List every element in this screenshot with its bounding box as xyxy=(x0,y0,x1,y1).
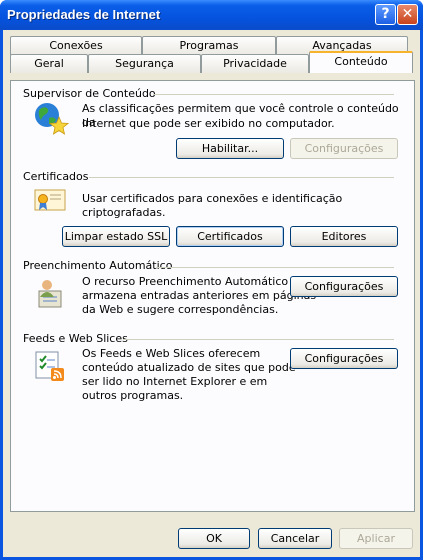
ok-button[interactable]: OK xyxy=(178,528,250,549)
feeds-header: Feeds e Web Slices xyxy=(23,332,128,345)
autocomplete-settings-button[interactable]: Configurações xyxy=(290,276,398,297)
feeds-icon xyxy=(35,351,64,381)
certificates-header: Certificados xyxy=(23,170,89,183)
tab-programas[interactable]: Programas xyxy=(142,36,276,55)
autocomplete-description-1: O recurso Preenchimento Automático xyxy=(82,275,289,288)
tab-conexoes[interactable]: Conexões xyxy=(10,36,142,55)
feeds-description-2: conteúdo atualizado de sites que pode xyxy=(82,361,296,374)
window-title: Propriedades de Internet xyxy=(7,7,161,22)
certificates-description: Usar certificados para conexões e identi… xyxy=(82,192,343,219)
tab-seguranca[interactable]: Segurança xyxy=(88,54,201,73)
tab-privacidade[interactable]: Privacidade xyxy=(201,54,309,73)
feeds-settings-button[interactable]: Configurações xyxy=(290,348,398,369)
section-divider xyxy=(123,339,394,340)
enable-button[interactable]: Habilitar... xyxy=(176,138,284,159)
autocomplete-description-2: armazena entradas anteriores em páginas xyxy=(82,289,317,302)
clear-ssl-state-button[interactable]: Limpar estado SSL xyxy=(62,226,170,247)
section-divider xyxy=(156,267,394,268)
content-tab-panel: Supervisor de Conteúdo As classificações… xyxy=(10,80,415,512)
content-advisor-globe-icon xyxy=(35,103,69,135)
feeds-description-3: ser lido no Internet Explorer e em xyxy=(82,375,268,388)
feeds-description-4: outros programas. xyxy=(82,389,184,402)
content-advisor-settings-button[interactable]: Configurações xyxy=(290,138,398,159)
certificates-button[interactable]: Certificados xyxy=(176,226,284,247)
cancel-button[interactable]: Cancelar xyxy=(258,528,332,549)
tab-conteudo[interactable]: Conteúdo xyxy=(309,51,413,73)
content-advisor-header: Supervisor de Conteúdo xyxy=(23,87,156,100)
autocomplete-user-icon xyxy=(38,280,62,308)
dialog-client-area: Conexões Programas Avançadas Geral Segur… xyxy=(3,30,420,557)
certificate-icon xyxy=(34,189,66,211)
section-divider xyxy=(154,94,394,95)
autocomplete-description-3: da Web e sugere correspondências. xyxy=(82,303,279,316)
autocomplete-header: Preenchimento Automático xyxy=(23,259,173,272)
content-advisor-description-2: Internet que pode ser exibido no computa… xyxy=(82,117,335,130)
title-bar[interactable]: Propriedades de Internet ? ✕ xyxy=(0,0,423,30)
tab-geral[interactable]: Geral xyxy=(10,54,88,73)
apply-button[interactable]: Aplicar xyxy=(339,528,413,549)
publishers-button[interactable]: Editores xyxy=(290,226,398,247)
feeds-description-1: Os Feeds e Web Slices oferecem xyxy=(82,347,261,360)
close-button[interactable]: ✕ xyxy=(397,4,418,25)
help-button[interactable]: ? xyxy=(375,4,396,25)
dialog-window: Propriedades de Internet ? ✕ Conexões Pr… xyxy=(0,0,423,560)
section-divider xyxy=(89,177,394,178)
